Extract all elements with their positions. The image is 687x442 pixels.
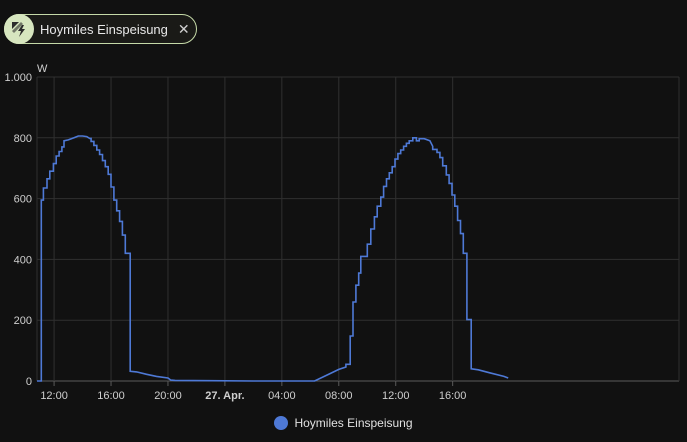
x-tick-label: 27. Apr. [205,390,244,402]
y-tick-label: 200 [14,315,32,327]
x-tick-label: 12:00 [40,390,68,402]
y-tick-label: 1.000 [4,72,32,84]
x-tick-label: 20:00 [154,390,182,402]
y-tick-label: 0 [26,376,32,388]
y-tick-label: 400 [14,254,32,266]
x-tick-label: 16:00 [97,390,125,402]
legend-color-dot [274,416,289,430]
x-tick-label: 16:00 [439,390,467,402]
series-line-hoymiles-einspeisung [37,135,509,382]
y-tick-label: 600 [14,194,32,206]
power-line-chart: 0 200 400 600 800 1.000 12:00 16:00 20:00 27. Apr… [4,63,680,402]
legend-series-label: Hoymiles Einspeisung [294,416,413,430]
chart-legend[interactable]: Hoymiles Einspeisung [0,416,687,430]
x-tick-label: 08:00 [325,390,353,402]
x-tick-label: 12:00 [382,390,410,402]
chart-axes: 0 200 400 600 800 1.000 12:00 16:00 20:00 27. Apr… [4,72,466,402]
chart-grid [36,76,680,382]
y-axis-label: W [37,63,48,75]
y-tick-label: 800 [14,133,32,145]
x-tick-label: 04:00 [268,390,296,402]
